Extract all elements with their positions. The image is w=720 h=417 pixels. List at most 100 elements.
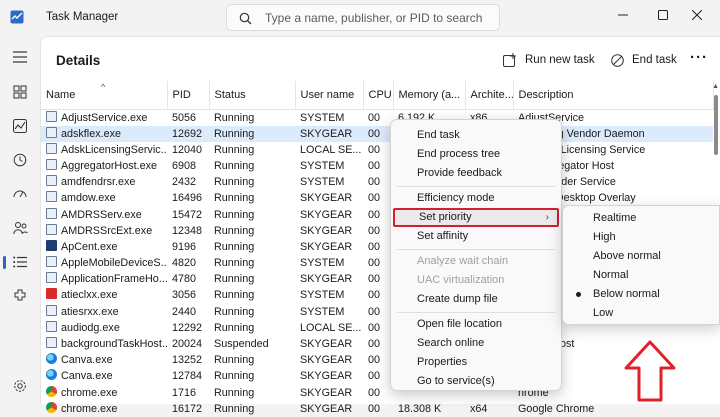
performance-icon bbox=[13, 119, 27, 133]
user-name-cell: SKYGEAR bbox=[295, 125, 363, 142]
search-icon bbox=[239, 12, 252, 25]
table-row[interactable]: Canva.exe 12784 Running SKYGEAR 00 bbox=[41, 368, 713, 384]
column-header-cpu[interactable]: CPU bbox=[363, 81, 394, 110]
pid-cell: 15472 bbox=[172, 208, 203, 221]
menu-item-end-process-tree[interactable]: End process tree bbox=[391, 145, 561, 164]
priority-option-realtime[interactable]: Realtime bbox=[563, 209, 719, 228]
priority-option-above-normal[interactable]: Above normal bbox=[563, 247, 719, 266]
table-row[interactable]: AdjustService.exe 5056 Running SYSTEM 00 6.19… bbox=[41, 109, 713, 126]
annotation-arrow-icon bbox=[624, 340, 676, 402]
sidebar-item-performance[interactable] bbox=[6, 113, 34, 139]
status-cell: Running bbox=[214, 159, 255, 172]
sidebar-menu-toggle[interactable] bbox=[6, 44, 34, 70]
table-row[interactable]: Canva.exe 13252 Running SKYGEAR 00 bbox=[41, 352, 713, 368]
column-header-memory[interactable]: Memory (a... bbox=[393, 81, 466, 110]
startup-apps-icon bbox=[13, 190, 27, 198]
users-icon bbox=[12, 222, 28, 235]
run-new-task-button[interactable]: Run new task bbox=[503, 49, 595, 71]
edge-icon bbox=[46, 369, 57, 381]
pid-cell: 12348 bbox=[172, 224, 203, 237]
column-header-user-name[interactable]: User name bbox=[295, 81, 364, 110]
process-name-cell: AdjustService.exe bbox=[41, 109, 167, 126]
process-name-cell: chrome.exe bbox=[41, 385, 167, 401]
user-name-cell: SYSTEM bbox=[300, 257, 345, 270]
process-name-cell: audiodg.exe bbox=[41, 320, 167, 336]
process-name-cell: AdskLicensingServic... bbox=[41, 142, 167, 158]
column-header-architecture[interactable]: Archite... bbox=[465, 81, 514, 110]
process-icon bbox=[46, 223, 57, 235]
priority-option-low[interactable]: Low bbox=[563, 304, 719, 323]
table-row[interactable]: AggregatorHost.exe 6908 Running SYSTEM 00 (R)… bbox=[41, 158, 713, 174]
priority-option-high[interactable]: High bbox=[563, 228, 719, 247]
cpu-cell: 00 bbox=[368, 321, 381, 334]
table-row[interactable]: amdow.exe 16496 Running SKYGEAR 00 ettings: D… bbox=[41, 190, 713, 206]
process-icon bbox=[46, 304, 57, 316]
search-input[interactable] bbox=[265, 9, 491, 27]
sidebar-item-services[interactable] bbox=[6, 283, 34, 309]
process-name-cell: Canva.exe bbox=[41, 352, 167, 368]
task-manager-app-icon bbox=[10, 10, 24, 24]
status-cell: Running bbox=[214, 208, 255, 221]
sidebar-item-details[interactable] bbox=[3, 249, 34, 275]
sidebar-item-settings[interactable] bbox=[6, 373, 34, 399]
cpu-cell: 00 bbox=[368, 208, 381, 221]
status-cell: Running bbox=[214, 305, 255, 318]
process-name-cell: chrome.exe bbox=[41, 401, 167, 417]
sidebar-item-processes[interactable] bbox=[6, 79, 34, 105]
table-row[interactable]: chrome.exe 16172 Running SKYGEAR 00 18.308 K x… bbox=[41, 401, 713, 417]
column-header-name[interactable]: ^ Name bbox=[41, 81, 168, 110]
pid-cell: 13252 bbox=[172, 354, 203, 367]
close-button[interactable] bbox=[674, 0, 720, 30]
pid-cell: 2440 bbox=[172, 305, 197, 318]
pid-cell: 16172 bbox=[172, 402, 203, 415]
table-row[interactable]: adskflex.exe 12692 Running SKYGEAR 00 Licensi… bbox=[41, 125, 713, 142]
user-name-cell: SYSTEM bbox=[300, 305, 345, 318]
column-header-pid[interactable]: PID bbox=[167, 81, 210, 110]
menu-item-open-file-location[interactable]: Open file location bbox=[391, 315, 561, 334]
process-name-cell: atieclxx.exe bbox=[41, 287, 167, 303]
column-header-status[interactable]: Status bbox=[209, 81, 296, 110]
status-cell: Running bbox=[214, 143, 255, 156]
menu-item-search-online[interactable]: Search online bbox=[391, 334, 561, 353]
pid-cell: 6908 bbox=[172, 159, 197, 172]
menu-item-efficiency-mode[interactable]: Efficiency mode bbox=[391, 189, 561, 208]
chevron-right-icon: › bbox=[545, 212, 549, 223]
table-row[interactable]: amdfendrsr.exe 2432 Running SYSTEM 00 sh Defe… bbox=[41, 174, 713, 190]
menu-item-set-affinity[interactable]: Set affinity bbox=[391, 227, 561, 246]
process-icon bbox=[46, 142, 57, 154]
menu-item-set-priority[interactable]: Set priority › bbox=[393, 208, 559, 227]
pid-cell: 3056 bbox=[172, 289, 197, 302]
more-options-button[interactable]: ··· bbox=[690, 49, 708, 66]
scroll-up-arrow-icon[interactable]: ▲ bbox=[712, 83, 719, 90]
menu-item-create-dump-file[interactable]: Create dump file bbox=[391, 290, 561, 309]
end-task-button[interactable]: End task bbox=[611, 49, 677, 71]
table-row[interactable]: AdskLicensingServic... 12040 Running LOCAL … bbox=[41, 142, 713, 158]
menu-item-end-task[interactable]: End task bbox=[391, 126, 561, 145]
priority-option-below-normal[interactable]: Below normal bbox=[563, 285, 719, 304]
menu-item-provide-feedback[interactable]: Provide feedback bbox=[391, 164, 561, 183]
sidebar-item-users[interactable] bbox=[6, 215, 34, 241]
scrollbar-thumb[interactable] bbox=[714, 95, 718, 155]
user-name-cell: SYSTEM bbox=[300, 159, 345, 172]
cpu-cell: 00 bbox=[368, 143, 381, 156]
process-icon bbox=[46, 256, 57, 268]
cpu-cell: 00 bbox=[368, 338, 381, 351]
search-box[interactable] bbox=[226, 4, 500, 31]
title-bar: Task Manager bbox=[0, 0, 720, 36]
priority-option-normal[interactable]: Normal bbox=[563, 266, 719, 285]
process-icon bbox=[46, 207, 57, 219]
cpu-cell: 00 bbox=[368, 305, 381, 318]
cpu-cell: 00 bbox=[368, 224, 381, 237]
cpu-cell: 00 bbox=[368, 370, 381, 383]
sidebar-item-startup-apps[interactable] bbox=[6, 181, 34, 207]
menu-item-go-to-service-s[interactable]: Go to service(s) bbox=[391, 372, 561, 391]
column-header-description[interactable]: Description bbox=[513, 81, 714, 110]
table-row[interactable]: chrome.exe 1716 Running SKYGEAR 00 hrome bbox=[41, 385, 713, 401]
menu-item-properties[interactable]: Properties bbox=[391, 353, 561, 372]
sidebar-item-app-history[interactable] bbox=[6, 147, 34, 173]
process-icon bbox=[46, 320, 57, 332]
table-row[interactable]: backgroundTaskHost... 20024 Suspended SKYGE… bbox=[41, 336, 713, 352]
process-icon bbox=[46, 337, 57, 349]
user-name-cell: SKYGEAR bbox=[300, 370, 353, 383]
cpu-cell: 00 bbox=[368, 402, 381, 415]
